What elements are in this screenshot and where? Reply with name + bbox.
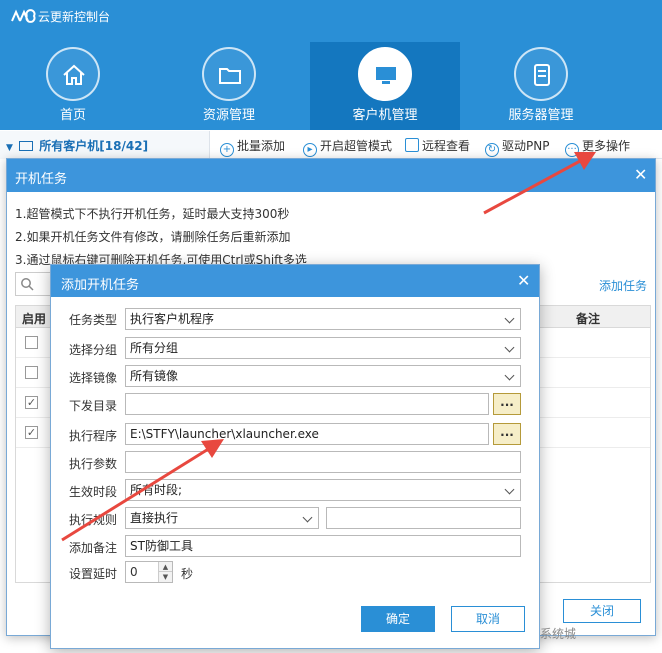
dir-browse-button[interactable]: ... [493, 393, 521, 415]
column-remark: 备注 [576, 312, 601, 326]
nav-home-label: 首页 [59, 108, 86, 123]
enable-checkbox[interactable] [25, 366, 38, 379]
home-icon [46, 47, 100, 101]
app-header: 云更新控制台 首页 资源管理 客户机管理 服务器管理 [0, 0, 662, 130]
params-label: 执行参数 [69, 457, 118, 471]
computer-icon [19, 141, 34, 151]
plus-icon: + [220, 143, 234, 157]
enable-checkbox[interactable] [25, 336, 38, 349]
image-select[interactable]: 所有镜像 [125, 365, 521, 387]
delay-label: 设置延时 [69, 567, 118, 581]
close-dialog-button[interactable]: 关闭 [563, 599, 641, 623]
client-toolbar: + 批量添加 ▸ 开启超管模式 远程查看 ↻ 驱动PNP ··· 更多操作 [210, 131, 662, 159]
ok-button[interactable]: 确定 [361, 606, 435, 632]
app-title: 云更新控制台 [38, 10, 111, 24]
nav-client[interactable]: 客户机管理 [310, 42, 460, 130]
remote-desktop-icon [405, 138, 419, 152]
period-label: 生效时段 [69, 485, 118, 499]
enable-checkbox-checked[interactable]: ✓ [25, 396, 38, 409]
more-icon: ··· [565, 143, 579, 157]
monitor-icon [358, 47, 412, 101]
client-tree-header: ▼ 所有客户机[18/42] [0, 131, 210, 159]
note-2: 2.如果开机任务文件有修改，请删除任务后重新添加 [15, 230, 291, 244]
column-enable: 启用 [22, 312, 47, 326]
close-icon[interactable]: ✕ [634, 165, 647, 184]
cancel-button[interactable]: 取消 [451, 606, 525, 632]
app-logo [10, 9, 36, 23]
period-select[interactable]: 所有时段; [125, 479, 521, 501]
more-ops-button[interactable]: ··· 更多操作 [565, 137, 630, 157]
add-task-link[interactable]: 添加任务 [599, 277, 647, 294]
close-icon[interactable]: ✕ [517, 271, 530, 290]
group-label: 选择分组 [69, 343, 118, 357]
startup-task-dialog-header: 开机任务 ✕ [7, 159, 655, 192]
nav-server-label: 服务器管理 [508, 108, 574, 123]
dir-input[interactable] [125, 393, 489, 415]
nav-client-label: 客户机管理 [352, 108, 418, 123]
note-1: 1.超管模式下不执行开机任务，延时最大支持300秒 [15, 207, 290, 221]
dir-label: 下发目录 [69, 399, 118, 413]
nav-server[interactable]: 服务器管理 [485, 42, 597, 130]
program-label: 执行程序 [69, 429, 118, 443]
startup-task-dialog-title: 开机任务 [15, 172, 68, 187]
batch-add-button[interactable]: + 批量添加 [220, 137, 285, 157]
stepper-up-icon[interactable]: ▲ [159, 562, 172, 572]
search-icon [21, 278, 34, 291]
remark-input[interactable]: ST防御工具 [125, 535, 521, 557]
add-dialog-title: 添加开机任务 [61, 278, 140, 293]
task-type-label: 任务类型 [69, 313, 118, 327]
nav-home[interactable]: 首页 [17, 42, 129, 130]
more-ops-label: 更多操作 [582, 139, 631, 153]
tree-title[interactable]: ▼ 所有客户机[18/42] [6, 137, 148, 154]
add-dialog-header: 添加开机任务 ✕ [51, 265, 539, 297]
delay-unit: 秒 [181, 567, 194, 581]
refresh-icon: ↻ [485, 143, 499, 157]
driver-pnp-label: 驱动PNP [502, 139, 550, 153]
super-mode-label: 开启超管模式 [320, 139, 393, 153]
task-search-input[interactable] [15, 272, 55, 296]
stepper-buttons: ▲ ▼ [158, 562, 172, 582]
stepper-down-icon[interactable]: ▼ [159, 572, 172, 582]
collapse-triangle-icon[interactable]: ▼ [6, 143, 13, 153]
image-label: 选择镜像 [69, 371, 118, 385]
delay-stepper[interactable]: 0 ▲ ▼ [125, 561, 173, 583]
group-select[interactable]: 所有分组 [125, 337, 521, 359]
driver-pnp-button[interactable]: ↻ 驱动PNP [485, 137, 549, 157]
add-startup-task-dialog: 添加开机任务 ✕ 任务类型 执行客户机程序 选择分组 所有分组 选择镜像 所有镜… [50, 264, 540, 649]
program-input[interactable]: E:\STFY\launcher\xlauncher.exe [125, 423, 489, 445]
enable-checkbox-checked[interactable]: ✓ [25, 426, 38, 439]
params-input[interactable] [125, 451, 521, 473]
play-icon: ▸ [303, 143, 317, 157]
rule-label: 执行规则 [69, 513, 118, 527]
program-browse-button[interactable]: ... [493, 423, 521, 445]
delay-value: 0 [130, 565, 138, 579]
rule-extra-input[interactable] [326, 507, 521, 529]
task-type-select[interactable]: 执行客户机程序 [125, 308, 521, 330]
nav-resource[interactable]: 资源管理 [173, 42, 285, 130]
watermark: 系统城 [540, 627, 577, 641]
tree-title-text: 所有客户机[18/42] [39, 139, 149, 153]
remark-label: 添加备注 [69, 541, 118, 555]
server-icon [514, 47, 568, 101]
batch-add-label: 批量添加 [237, 139, 286, 153]
rule-select[interactable]: 直接执行 [125, 507, 319, 529]
super-mode-button[interactable]: ▸ 开启超管模式 [303, 137, 392, 157]
nav-resource-label: 资源管理 [202, 108, 255, 123]
remote-view-label: 远程查看 [422, 139, 471, 153]
remote-view-button[interactable]: 远程查看 [405, 137, 470, 154]
folder-icon [202, 47, 256, 101]
